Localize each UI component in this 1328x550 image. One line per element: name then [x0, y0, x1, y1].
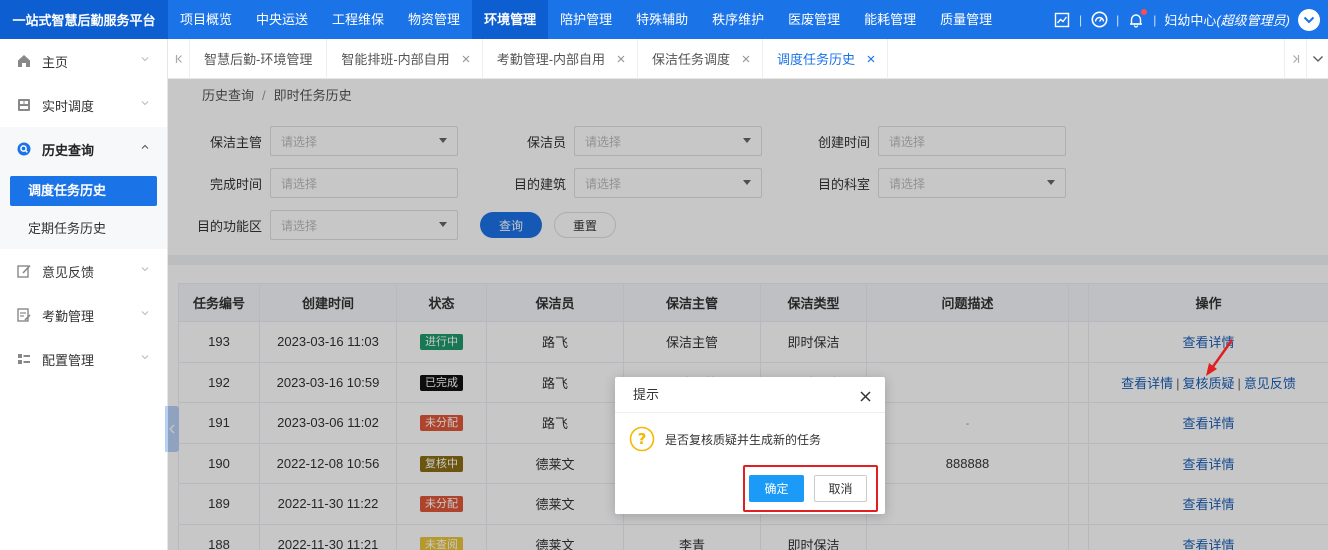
tab-scroll-controls	[1284, 39, 1328, 79]
chevron-down-icon	[141, 101, 149, 106]
sidebar-item-config[interactable]: 配置管理	[0, 337, 167, 381]
sidebar-subitem-scheduled-history[interactable]: 定期任务历史	[0, 210, 167, 248]
chart-icon[interactable]	[1053, 11, 1071, 29]
tab-close-icon[interactable]	[617, 55, 625, 63]
tab-scroll-left-icon[interactable]	[168, 38, 190, 79]
dialog-title: 提示	[615, 377, 885, 413]
chevron-down-icon	[141, 311, 149, 316]
top-bar: 一站式智慧后勤服务平台 项目概览 中央运送 工程维保 物资管理 环境管理 陪护管理 特殊辅助…	[0, 0, 1328, 39]
tab-item[interactable]: 调度任务历史	[763, 38, 889, 79]
top-nav-item[interactable]: 工程维保	[320, 0, 396, 39]
top-nav-item[interactable]: 物资管理	[396, 0, 472, 39]
user-dropdown-icon[interactable]	[1298, 8, 1320, 31]
dialog-footer: 确定 取消	[749, 475, 867, 502]
top-right-tools: | | | 妇幼中心(超级管理员)	[1047, 0, 1328, 39]
tab-label: 智能排班-内部自用	[341, 52, 450, 67]
dialog-body: ? 是否复核质疑并生成新的任务	[615, 413, 885, 465]
chevron-up-icon	[141, 144, 149, 149]
tab-close-icon[interactable]	[867, 55, 875, 63]
dispatch-icon	[16, 97, 32, 113]
tabs-bar: 智慧后勤-环境管理 智能排班-内部自用 考勤管理-内部自用 保洁任务调度 调度任务历史	[168, 38, 1328, 79]
cancel-button[interactable]: 取消	[814, 475, 867, 502]
confirm-button[interactable]: 确定	[749, 475, 804, 502]
top-nav-item[interactable]: 环境管理	[472, 0, 549, 39]
config-icon	[16, 351, 32, 367]
home-icon	[16, 53, 32, 69]
search-icon	[16, 141, 32, 157]
sidebar-item-feedback[interactable]: 意见反馈	[0, 249, 167, 293]
sidebar-item-history-query[interactable]: 历史查询	[0, 127, 167, 171]
top-nav-item[interactable]: 医废管理	[776, 0, 852, 39]
tab-close-icon[interactable]	[462, 55, 470, 63]
top-nav-item[interactable]: 项目概览	[168, 0, 244, 39]
chevron-down-icon	[141, 57, 149, 62]
top-nav-item[interactable]: 中央运送	[244, 0, 320, 39]
tab-scroll-right-icon[interactable]	[1284, 39, 1306, 79]
top-nav-item[interactable]: 秩序维护	[700, 0, 776, 39]
tab-label: 智慧后勤-环境管理	[204, 52, 313, 67]
user-name[interactable]: 妇幼中心(超级管理员)	[1164, 10, 1290, 29]
dashboard-icon[interactable]	[1090, 11, 1108, 29]
edit-icon	[16, 263, 32, 279]
notification-dot	[1141, 8, 1148, 15]
sidebar-item-attendance[interactable]: 考勤管理	[0, 293, 167, 337]
svg-text:?: ?	[638, 430, 647, 448]
dialog-message: 是否复核质疑并生成新的任务	[665, 432, 822, 447]
tab-label: 考勤管理-内部自用	[496, 52, 606, 67]
sidebar-item-realtime-dispatch[interactable]: 实时调度	[0, 83, 167, 127]
tab-item[interactable]: 智慧后勤-环境管理	[190, 38, 328, 79]
tab-item[interactable]: 保洁任务调度	[638, 38, 764, 79]
chevron-down-icon	[141, 355, 149, 360]
bell-icon[interactable]	[1127, 8, 1148, 29]
question-icon: ?	[629, 426, 655, 452]
tab-close-icon[interactable]	[742, 55, 750, 63]
tab-menu-chevron-down-icon[interactable]	[1306, 39, 1328, 79]
sidebar-submenu: 调度任务历史 定期任务历史	[0, 171, 167, 249]
chevron-down-icon	[141, 267, 149, 272]
confirm-dialog: 提示 ? 是否复核质疑并生成新的任务 确定 取消	[615, 377, 885, 514]
top-nav-item[interactable]: 特殊辅助	[624, 0, 700, 39]
top-nav-item[interactable]: 能耗管理	[852, 0, 928, 39]
tab-item[interactable]: 考勤管理-内部自用	[483, 38, 639, 79]
sidebar-subitem-dispatch-history[interactable]: 调度任务历史	[10, 176, 157, 206]
attendance-icon	[16, 307, 32, 323]
tab-label: 保洁任务调度	[652, 52, 731, 67]
top-nav-item[interactable]: 陪护管理	[548, 0, 624, 39]
top-nav: 项目概览 中央运送 工程维保 物资管理 环境管理 陪护管理 特殊辅助 秩序维护 医废管理 能耗管理…	[168, 0, 1004, 39]
tab-item[interactable]: 智能排班-内部自用	[327, 38, 483, 79]
tab-list: 智慧后勤-环境管理 智能排班-内部自用 考勤管理-内部自用 保洁任务调度 调度任务历史	[190, 38, 889, 79]
sidebar-item-home[interactable]: 主页	[0, 39, 167, 83]
top-nav-item[interactable]: 质量管理	[928, 0, 1004, 39]
tab-label: 调度任务历史	[777, 52, 856, 67]
close-icon[interactable]	[860, 391, 871, 402]
brand-title: 一站式智慧后勤服务平台	[0, 0, 168, 39]
sidebar: 主页 实时调度 历史查询 调度任务历史 定期任务历史 意见反馈 考勤管理 配置管…	[0, 39, 168, 550]
